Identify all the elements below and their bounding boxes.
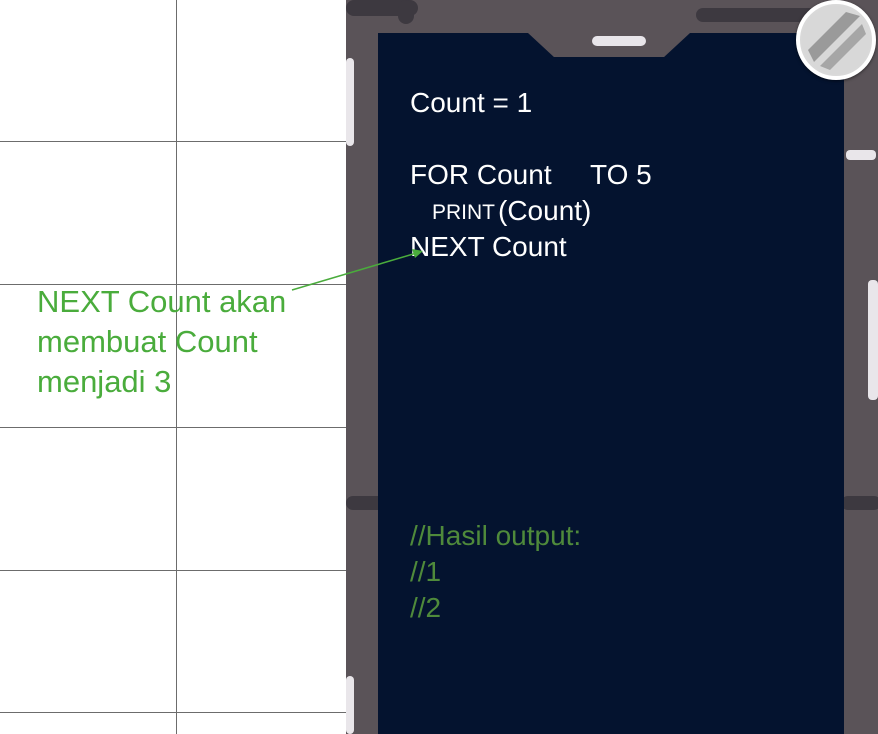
corner-button[interactable] bbox=[796, 0, 876, 80]
annotation-arrow bbox=[291, 249, 423, 291]
slash-circle-icon bbox=[802, 6, 870, 74]
